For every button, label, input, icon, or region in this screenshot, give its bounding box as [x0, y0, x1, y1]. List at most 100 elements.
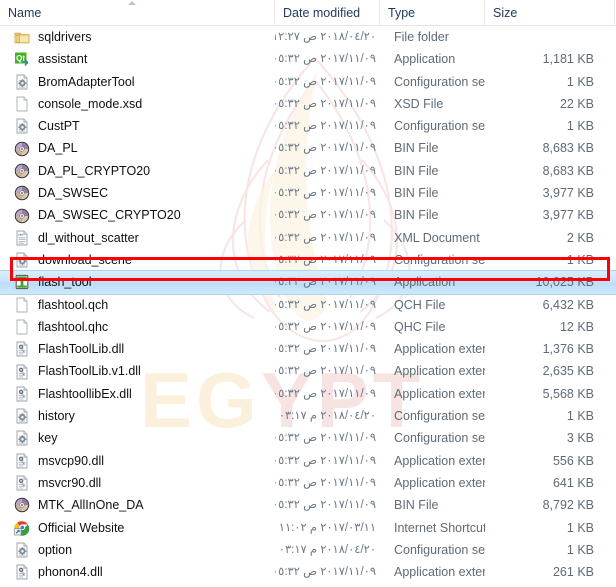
- file-name-cell[interactable]: phonon4.dll: [0, 561, 275, 583]
- file-row[interactable]: sqldrivers ٢٠١٨/٠٤/٢٠ ص ١٢:٢٧ File folder: [0, 26, 616, 48]
- column-header-date-modified[interactable]: Date modified: [275, 0, 380, 26]
- file-name-label: BromAdapterTool: [38, 74, 135, 89]
- file-name-label: history: [38, 409, 75, 424]
- config-gear-icon: [14, 118, 30, 134]
- file-row[interactable]: flashtool.qhc ٢٠١٧/١١/٠٩ ص ٠٥:٣٢ QHC File 1…: [0, 316, 616, 338]
- file-type-cell: BIN File: [394, 141, 439, 156]
- file-type-cell: QHC File: [394, 319, 446, 334]
- file-row[interactable]: key ٢٠١٧/١١/٠٩ ص ٠٥:٣٢ Configuration sett.…: [0, 427, 616, 449]
- column-header-name[interactable]: Name: [0, 0, 275, 26]
- config-gear-icon: [14, 74, 30, 90]
- file-row[interactable]: DA_PL ٢٠١٧/١١/٠٩ ص ٠٥:٣٢ BIN File 8,683 KB: [0, 137, 616, 159]
- sort-ascending-icon: [128, 0, 136, 5]
- file-type-cell: Application extens...: [394, 386, 485, 401]
- file-date-modified-cell: ٢٠١٧/١١/٠٩ ص ٠٥:٣٢: [275, 298, 376, 311]
- file-name-cell[interactable]: msvcr90.dll: [0, 472, 275, 494]
- file-row[interactable]: CustPT ٢٠١٧/١١/٠٩ ص ٠٥:٣٢ Configuration se…: [0, 115, 616, 137]
- file-name-cell[interactable]: flashtool.qhc: [0, 316, 275, 338]
- file-name-cell[interactable]: Official Website: [0, 517, 275, 539]
- file-date-modified-cell: ٢٠١٨/٠٤/٢٠ م ٠٣:١٧: [278, 543, 376, 556]
- file-name-cell[interactable]: console_mode.xsd: [0, 93, 275, 115]
- file-row[interactable]: dl_without_scatter ٢٠١٧/١١/٠٩ ص ٠٥:٣٢ XML …: [0, 227, 616, 249]
- file-name-label: Official Website: [38, 520, 125, 535]
- blank-document-icon: [14, 319, 30, 335]
- file-explorer-window: EGYPT Name Date modified Type Size sqldr…: [0, 0, 616, 587]
- file-size-cell: 2,635 KB: [542, 364, 594, 379]
- file-size-cell: 1 KB: [566, 409, 594, 424]
- file-type-cell: QCH File: [394, 297, 446, 312]
- file-size-cell: 8,792 KB: [542, 498, 594, 513]
- xml-document-icon: [14, 230, 30, 246]
- file-date-modified-cell: ٢٠١٧/١١/٠٩ ص ٠٥:٣٢: [275, 253, 376, 266]
- file-name-cell[interactable]: platform: [0, 583, 275, 587]
- file-name-label: download_scene: [38, 252, 132, 267]
- file-name-cell[interactable]: msvcp90.dll: [0, 450, 275, 472]
- file-type-cell: Application extens...: [394, 565, 485, 580]
- file-row[interactable]: FlashToolLib.dll ٢٠١٧/١١/٠٩ ص ٠٥:٣٢ Applic…: [0, 338, 616, 360]
- file-row[interactable]: FlashtoollibEx.dll ٢٠١٧/١١/٠٩ ص ٠٥:٣٢ Appl…: [0, 383, 616, 405]
- file-row[interactable]: download_scene ٢٠١٧/١١/٠٩ ص ٠٥:٣٢ Configur…: [0, 249, 616, 271]
- file-name-cell[interactable]: DA_SWSEC_CRYPTO20: [0, 204, 275, 226]
- file-row[interactable]: MTK_AllInOne_DA ٢٠١٧/١١/٠٩ ص ٠٥:٣٢ BIN Fil…: [0, 494, 616, 516]
- file-name-label: msvcp90.dll: [38, 453, 104, 468]
- file-size-cell: 8,683 KB: [542, 163, 594, 178]
- file-date-modified-cell: ٢٠١٧/١١/٠٩ ص ٠٥:٣٢: [275, 387, 376, 400]
- file-name-cell[interactable]: BromAdapterTool: [0, 71, 275, 93]
- file-row[interactable]: DA_SWSEC ٢٠١٧/١١/٠٩ ص ٠٥:٣٢ BIN File 3,977 …: [0, 182, 616, 204]
- file-name-label: flash_tool: [38, 275, 92, 290]
- file-name-cell[interactable]: FlashToolLib.v1.dll: [0, 360, 275, 382]
- file-name-label: FlashToolLib.v1.dll: [38, 364, 141, 379]
- file-row[interactable]: flash_tool ٢٠١٧/١١/٠٩ ص ٠٥:٣٢ Application 1…: [0, 270, 616, 295]
- column-header-date-label: Date modified: [283, 5, 361, 20]
- column-header-size[interactable]: Size: [485, 0, 615, 26]
- file-row[interactable]: flashtool.qch ٢٠١٧/١١/٠٩ ص ٠٥:٣٢ QCH File 6…: [0, 294, 616, 316]
- file-row[interactable]: history ٢٠١٨/٠٤/٢٠ م ٠٣:١٧ Configuration s…: [0, 405, 616, 427]
- file-row[interactable]: Qt assistant ٢٠١٧/١١/٠٩ ص ٠٥:٣٢ Applicatio…: [0, 48, 616, 70]
- file-row[interactable]: DA_SWSEC_CRYPTO20 ٢٠١٧/١١/٠٩ ص ٠٥:٣٢ BIN F…: [0, 204, 616, 226]
- file-name-cell[interactable]: MTK_AllInOne_DA: [0, 494, 275, 516]
- file-row[interactable]: platform ٢٠١٧/١١/٠٩ ص ٠٥:٣٢XML Document25…: [0, 583, 616, 587]
- file-name-cell[interactable]: dl_without_scatter: [0, 227, 275, 249]
- file-row[interactable]: Official Website ٢٠١٧/٠٣/١١ م ١١:٠٢ Intern…: [0, 517, 616, 539]
- file-row[interactable]: msvcp90.dll ٢٠١٧/١١/٠٩ ص ٠٥:٣٢ Application…: [0, 450, 616, 472]
- file-size-cell: 1 KB: [566, 520, 594, 535]
- file-row[interactable]: option ٢٠١٨/٠٤/٢٠ م ٠٣:١٧ Configuration se…: [0, 539, 616, 561]
- dll-icon: [14, 386, 30, 402]
- file-row[interactable]: phonon4.dll ٢٠١٧/١١/٠٩ ص ٠٥:٣٢ Application…: [0, 561, 616, 583]
- file-row[interactable]: BromAdapterTool ٢٠١٧/١١/٠٩ ص ٠٥:٣٢ Configu…: [0, 71, 616, 93]
- file-name-cell[interactable]: flash_tool: [0, 271, 275, 293]
- column-header-type-label: Type: [388, 5, 416, 20]
- file-list[interactable]: sqldrivers ٢٠١٨/٠٤/٢٠ ص ١٢:٢٧ File folder …: [0, 26, 616, 587]
- file-size-cell: 1,181 KB: [542, 52, 594, 67]
- file-name-cell[interactable]: flashtool.qch: [0, 294, 275, 316]
- file-size-cell: 3,977 KB: [542, 186, 594, 201]
- column-header-size-label: Size: [493, 5, 518, 20]
- file-name-cell[interactable]: DA_SWSEC: [0, 182, 275, 204]
- file-size-cell: 3 KB: [566, 431, 594, 446]
- file-name-cell[interactable]: CustPT: [0, 115, 275, 137]
- file-name-cell[interactable]: Qt assistant: [0, 48, 275, 70]
- file-name-cell[interactable]: FlashtoollibEx.dll: [0, 383, 275, 405]
- file-date-modified-cell: ٢٠١٧/١١/٠٩ ص ٠٥:٣٢: [275, 432, 376, 445]
- file-name-label: sqldrivers: [38, 30, 92, 44]
- file-name-cell[interactable]: key: [0, 427, 275, 449]
- file-name-cell[interactable]: history: [0, 405, 275, 427]
- column-header-type[interactable]: Type: [380, 0, 485, 26]
- file-type-cell: BIN File: [394, 208, 439, 223]
- file-name-label: platform: [38, 583, 83, 587]
- file-date-modified-cell: ٢٠١٧/١١/٠٩ ص ٠٥:٣٢: [275, 142, 376, 155]
- file-name-cell[interactable]: FlashToolLib.dll: [0, 338, 275, 360]
- chrome-shortcut-icon: [14, 520, 30, 536]
- file-name-cell[interactable]: sqldrivers: [0, 26, 275, 48]
- file-name-cell[interactable]: DA_PL_CRYPTO20: [0, 160, 275, 182]
- file-row[interactable]: DA_PL_CRYPTO20 ٢٠١٧/١١/٠٩ ص ٠٥:٣٢ BIN File…: [0, 160, 616, 182]
- file-row[interactable]: console_mode.xsd ٢٠١٧/١١/٠٩ ص ٠٥:٣٢ XSD Fi…: [0, 93, 616, 115]
- file-name-cell[interactable]: download_scene: [0, 249, 275, 271]
- file-row[interactable]: msvcr90.dll ٢٠١٧/١١/٠٩ ص ٠٥:٣٢ Application…: [0, 472, 616, 494]
- file-size-cell: 8,683 KB: [542, 141, 594, 156]
- file-date-modified-cell: ٢٠١٧/١١/٠٩ ص ٠٥:٣٢: [275, 75, 376, 88]
- file-name-cell[interactable]: DA_PL: [0, 137, 275, 159]
- file-name-cell[interactable]: option: [0, 539, 275, 561]
- file-name-label: DA_PL_CRYPTO20: [38, 163, 151, 178]
- file-row[interactable]: FlashToolLib.v1.dll ٢٠١٧/١١/٠٩ ص ٠٥:٣٢ App…: [0, 360, 616, 382]
